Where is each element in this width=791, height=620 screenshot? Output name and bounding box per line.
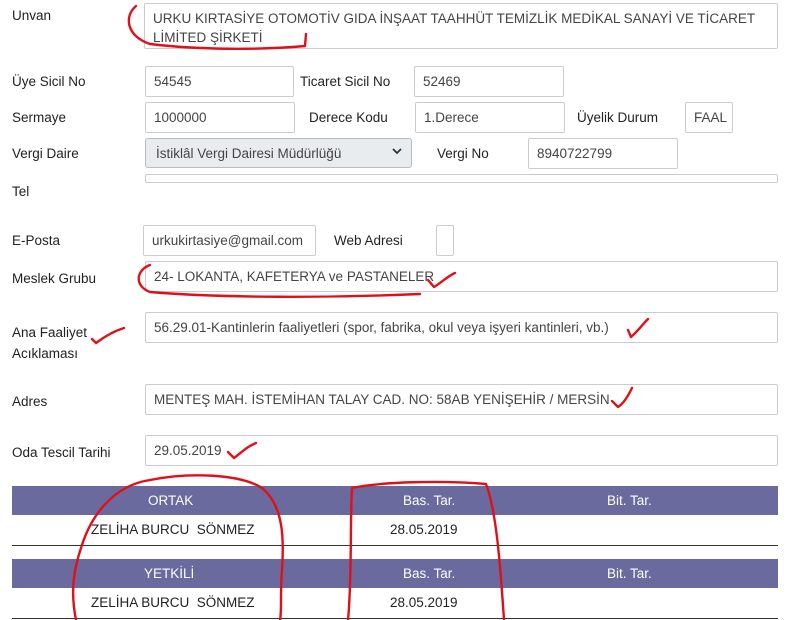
vergi-daire-select[interactable]: İstiklâl Vergi Dairesi Müdürlüğü	[145, 138, 412, 168]
yetkili-header: YETKİLİ	[144, 566, 195, 581]
ticaret-sicil-no-label: Ticaret Sicil No	[300, 74, 391, 89]
vergi-daire-selected-value: İstiklâl Vergi Dairesi Müdürlüğü	[156, 145, 342, 161]
adres-label: Adres	[12, 394, 48, 409]
oda-tescil-tarihi-field[interactable]: 29.05.2019	[145, 435, 778, 466]
ana-faaliyet-label-line1: Ana Faaliyet	[12, 325, 88, 340]
unvan-field[interactable]: URKU KIRTASİYE OTOMOTİV GIDA İNŞAAT TAAH…	[144, 3, 778, 49]
ana-faaliyet-field[interactable]: 56.29.01-Kantinlerin faaliyetleri (spor,…	[145, 312, 778, 343]
ana-faaliyet-label: Ana Faaliyet Acıklaması	[12, 322, 87, 364]
derece-kodu-field[interactable]: 1.Derece	[415, 102, 565, 133]
adres-field[interactable]: MENTEŞ MAH. İSTEMİHAN TALAY CAD. NO: 58A…	[145, 384, 778, 415]
vergi-no-label: Vergi No	[437, 146, 489, 161]
meslek-grubu-field[interactable]: 24- LOKANTA, KAFETERYA ve PASTANELER	[145, 261, 778, 292]
chevron-down-icon	[392, 148, 402, 155]
ortak-table-header: ORTAK Bas. Tar. Bit. Tar.	[12, 486, 778, 515]
sermaye-label: Sermaye	[12, 110, 67, 125]
yetkili-bas-tar-cell: 28.05.2019	[390, 595, 458, 610]
uye-sicil-no-field[interactable]: 54545	[145, 66, 294, 97]
e-posta-field[interactable]: urkukirtasiye@gmail.com	[143, 225, 316, 256]
ana-faaliyet-check-mark	[90, 326, 126, 345]
oda-tescil-tarihi-label: Oda Tescil Tarihi	[12, 445, 111, 460]
uyelik-durum-field[interactable]: FAAL	[685, 102, 733, 133]
meslek-grubu-label: Meslek Grubu	[12, 271, 97, 286]
derece-kodu-label: Derece Kodu	[309, 110, 388, 125]
tel-label: Tel	[12, 184, 30, 199]
bit-tar-header: Bit. Tar.	[607, 493, 652, 508]
uye-sicil-no-label: Üye Sicil No	[12, 74, 86, 89]
ticaret-sicil-no-field[interactable]: 52469	[414, 66, 564, 97]
tel-field[interactable]	[145, 174, 778, 183]
bit-tar-header: Bit. Tar.	[607, 566, 652, 581]
uyelik-durum-label: Üyelik Durum	[577, 110, 659, 125]
ortak-header: ORTAK	[148, 493, 194, 508]
vergi-daire-label: Vergi Daire	[12, 146, 79, 161]
ortak-bas-tar-cell: 28.05.2019	[390, 522, 458, 537]
e-posta-label: E-Posta	[12, 233, 61, 248]
ortak-name-cell: ZELİHA BURCU SÖNMEZ	[91, 522, 255, 537]
table-row: ZELİHA BURCU SÖNMEZ 28.05.2019	[12, 515, 778, 546]
web-adresi-label: Web Adresi	[334, 233, 403, 248]
unvan-label: Unvan	[12, 8, 52, 23]
sermaye-field[interactable]: 1000000	[145, 102, 295, 133]
bas-tar-header: Bas. Tar.	[403, 493, 456, 508]
ana-faaliyet-label-line2: Acıklaması	[12, 346, 79, 361]
vergi-no-field[interactable]: 8940722799	[528, 138, 678, 169]
table-row: ZELİHA BURCU SÖNMEZ 28.05.2019	[12, 588, 778, 619]
yetkili-table-header: YETKİLİ Bas. Tar. Bit. Tar.	[12, 559, 778, 588]
bas-tar-header: Bas. Tar.	[403, 566, 456, 581]
web-adresi-field[interactable]	[436, 225, 454, 256]
yetkili-name-cell: ZELİHA BURCU SÖNMEZ	[91, 595, 255, 610]
